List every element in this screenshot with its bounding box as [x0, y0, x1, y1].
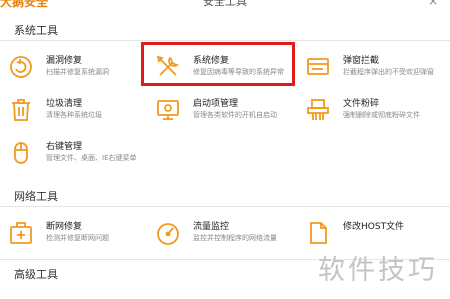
popup-window-icon: [305, 54, 331, 80]
shredder-icon: [305, 97, 331, 123]
tool-vulnerability-repair[interactable]: 漏洞修复 扫描并修复系统漏洞: [8, 52, 158, 88]
tool-context-menu-manager[interactable]: 右键管理 管理文件、桌面、IE右键菜单: [8, 138, 158, 174]
tool-desc: 扫描并修复系统漏洞: [46, 68, 109, 76]
mouse-icon: [8, 140, 34, 166]
tool-name: 弹窗拦截: [343, 56, 380, 66]
tool-desc: 检测并修复断网问题: [46, 234, 109, 242]
section-title-network: 网络工具: [14, 190, 58, 203]
tool-name: 垃圾清理: [46, 99, 83, 109]
tool-file-shredder[interactable]: 文件粉碎 强制删除或彻底粉碎文件: [305, 95, 450, 131]
host-file-icon: [305, 220, 331, 246]
app-name: 大鹅安全: [0, 0, 49, 8]
startup-monitor-icon: [155, 97, 181, 123]
tool-traffic-monitor[interactable]: 流量监控 监控并控制程序的网络流量: [155, 218, 305, 254]
network-repair-icon: [8, 220, 34, 246]
shield-repair-icon: [8, 54, 34, 80]
tool-desc: 强制删除或彻底粉碎文件: [343, 111, 420, 119]
window-title: 安全工具: [203, 0, 247, 8]
tool-startup-manager[interactable]: 启动项管理 管理各类软件的开机自启动: [155, 95, 305, 131]
section-divider: [0, 40, 450, 41]
tool-name: 断网修复: [46, 222, 83, 232]
tool-junk-cleanup[interactable]: 垃圾清理 清理各种系统垃圾: [8, 95, 158, 131]
tool-name: 右键管理: [46, 142, 83, 152]
close-icon[interactable]: ×: [428, 0, 438, 8]
tool-desc: 拦截程序弹出的不受欢迎弹窗: [343, 68, 434, 76]
tool-name: 启动项管理: [193, 99, 239, 109]
tool-desc: 清理各种系统垃圾: [46, 111, 102, 119]
tool-name: 漏洞修复: [46, 56, 83, 66]
tool-desc: 监控并控制程序的网络流量: [193, 234, 277, 242]
tool-desc: 管理文件、桌面、IE右键菜单: [46, 154, 137, 162]
section-title-advanced: 高级工具: [14, 268, 58, 281]
tool-desc: 管理各类软件的开机自启动: [193, 111, 277, 119]
watermark-text: 软件技巧: [318, 255, 438, 286]
tool-popup-blocker[interactable]: 弹窗拦截 拦截程序弹出的不受欢迎弹窗: [305, 52, 450, 88]
highlight-box: [141, 42, 295, 86]
tool-name: 修改HOST文件: [343, 222, 405, 232]
section-divider: [0, 206, 450, 207]
speedometer-icon: [155, 220, 181, 246]
tool-name: 文件粉碎: [343, 99, 380, 109]
section-title-system: 系统工具: [14, 24, 58, 37]
tool-name: 流量监控: [193, 222, 230, 232]
tool-network-repair[interactable]: 断网修复 检测并修复断网问题: [8, 218, 158, 254]
trash-icon: [8, 97, 34, 123]
title-bar: 大鹅安全 安全工具 ×: [0, 0, 450, 8]
